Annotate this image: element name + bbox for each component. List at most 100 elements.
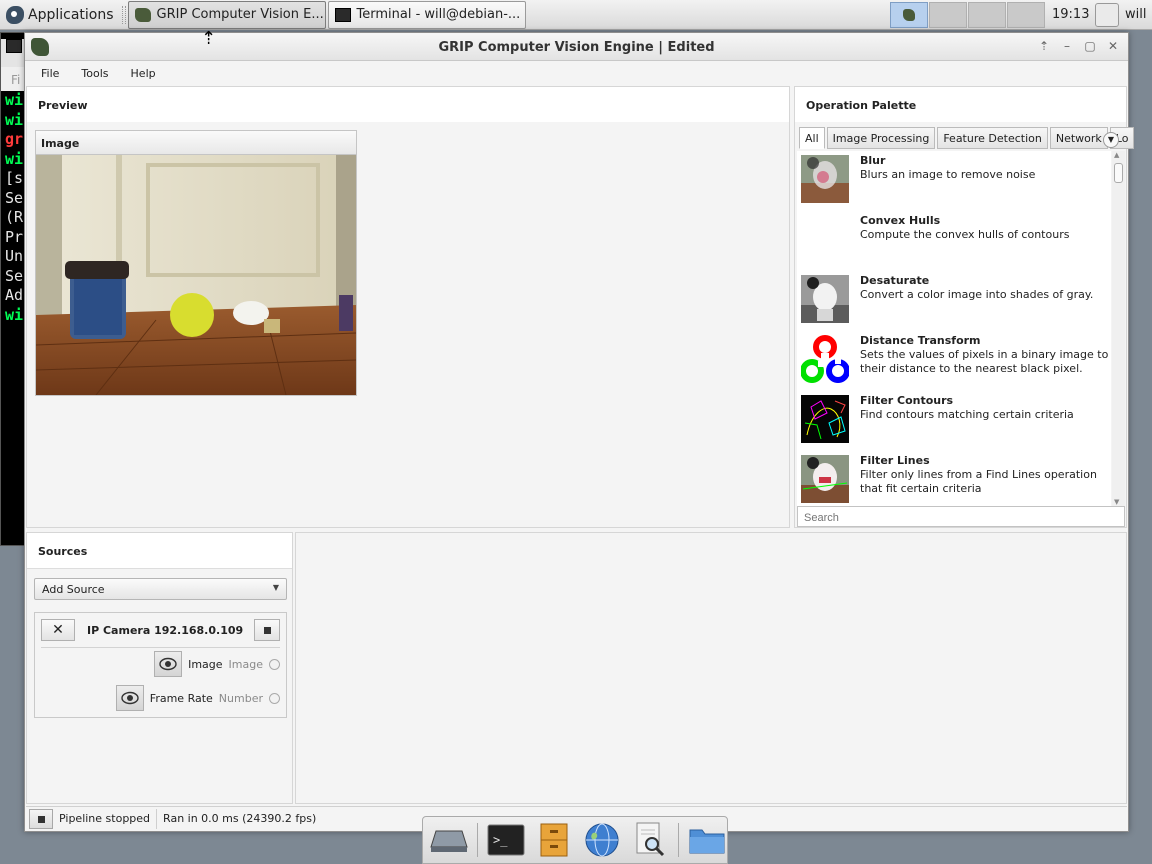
globe-icon[interactable] (582, 820, 622, 860)
eye-icon (121, 691, 139, 705)
roll-up-icon[interactable]: ⇡ (1037, 39, 1051, 53)
operation-list: Blur Blurs an image to remove noise Conv… (797, 151, 1111, 506)
menu-file[interactable]: File (31, 67, 69, 80)
minimize-icon[interactable]: – (1060, 39, 1074, 53)
workspace-1[interactable] (890, 2, 928, 28)
terminal-line: wi (5, 110, 24, 129)
operation-filter-contours[interactable]: Filter Contours Find contours matching c… (797, 391, 1111, 451)
user-menu[interactable]: will (1125, 7, 1146, 22)
operation-filter-lines[interactable]: Filter Lines Filter only lines from a Fi… (797, 451, 1111, 506)
menu-help[interactable]: Help (121, 67, 166, 80)
cabinet-glyph (540, 823, 568, 857)
applications-menu-button[interactable]: Applications (0, 0, 120, 30)
eye-icon (159, 657, 177, 671)
operation-search-input[interactable] (797, 506, 1125, 527)
close-icon[interactable]: ✕ (1106, 39, 1120, 53)
pipeline-area[interactable] (295, 532, 1127, 804)
source-card-ip-camera: ✕ IP Camera 192.168.0.109 Image Image Fr… (34, 612, 287, 718)
add-source-dropdown[interactable]: Add Source ▼ (34, 578, 287, 600)
pipeline-status: Pipeline stopped (59, 812, 151, 825)
operation-description: Convert a color image into shades of gra… (860, 288, 1094, 301)
task-button-terminal[interactable]: Terminal - will@debian-... (327, 0, 526, 29)
socket-type: Image (228, 657, 263, 671)
terminal-line: (R (5, 208, 24, 226)
panel-separator (121, 5, 126, 24)
globe-glyph (585, 823, 619, 857)
menu-tools[interactable]: Tools (71, 67, 118, 80)
operation-name: Convex Hulls (860, 214, 941, 227)
socket-row-frame-rate: Frame Rate Number (115, 684, 280, 712)
clock[interactable]: 19:13 (1052, 7, 1089, 22)
terminal-titlebar[interactable] (1, 39, 25, 67)
desaturate-thumbnail-icon (801, 275, 849, 323)
operation-distance-transform[interactable]: Distance Transform Sets the values of pi… (797, 331, 1111, 391)
blur-thumbnail-icon (801, 155, 849, 203)
tab-feature-detection[interactable]: Feature Detection (937, 127, 1048, 149)
tab-all[interactable]: All (799, 127, 825, 149)
operation-name: Filter Lines (860, 454, 930, 467)
terminal-line: [s (5, 169, 24, 187)
task-button-grip[interactable]: GRIP Computer Vision E... (127, 0, 326, 29)
tab-network[interactable]: Network (1049, 127, 1108, 149)
scrollbar-thumb[interactable] (1114, 163, 1123, 183)
stop-source-button[interactable] (254, 619, 280, 641)
terminal-glyph: >_ (487, 824, 525, 856)
scroll-up-icon[interactable]: ▲ (1114, 151, 1119, 159)
window-titlebar[interactable]: GRIP Computer Vision Engine | Edited ⇡ –… (25, 33, 1128, 61)
contours-thumbnail-icon (801, 395, 849, 443)
network-tray-icon[interactable] (1095, 3, 1119, 27)
operation-desaturate[interactable]: Desaturate Convert a color image into sh… (797, 271, 1111, 331)
socket-label: Image (188, 657, 223, 671)
socket-label: Frame Rate (149, 691, 213, 705)
grip-window: GRIP Computer Vision Engine | Edited ⇡ –… (24, 32, 1134, 832)
workspace-3[interactable] (968, 2, 1006, 28)
lines-thumbnail-icon (801, 455, 849, 503)
operation-convex-hulls[interactable]: Convex Hulls Compute the convex hulls of… (797, 211, 1111, 271)
preview-toggle-button[interactable] (115, 685, 144, 711)
drive-icon[interactable] (429, 820, 469, 860)
output-socket-handle[interactable] (269, 658, 280, 670)
terminal-app-icon (334, 7, 351, 22)
operation-description: Compute the convex hulls of contours (860, 228, 1070, 241)
folder-icon[interactable] (687, 820, 727, 860)
operation-palette: Operation Palette All Image Processing F… (794, 86, 1134, 528)
terminal-menu-file[interactable]: Fi (1, 67, 25, 91)
window-controls: ⇡ – ▢ ✕ (1037, 39, 1120, 53)
operation-blur[interactable]: Blur Blurs an image to remove noise (797, 151, 1111, 211)
terminal-icon[interactable]: >_ (486, 820, 526, 860)
file-cabinet-icon[interactable] (534, 820, 574, 860)
operation-name: Blur (860, 154, 886, 167)
sources-pane: Sources Add Source ▼ ✕ IP Camera 192.168… (26, 532, 293, 804)
folder-glyph (689, 829, 725, 854)
preview-image-title: Image (36, 131, 356, 155)
pipeline-stop-button[interactable] (29, 808, 53, 829)
terminal-app-icon (6, 39, 22, 53)
palette-scrollbar[interactable]: ▲ ▼ (1112, 151, 1125, 506)
operation-description: Sets the values of pixels in a binary im… (860, 348, 1109, 375)
operation-name: Filter Contours (860, 394, 954, 407)
opencv-logo-icon (801, 335, 849, 383)
source-name: IP Camera 192.168.0.109 (87, 624, 244, 637)
workspace-4[interactable] (1007, 2, 1045, 28)
workspace-2[interactable] (929, 2, 967, 28)
maximize-icon[interactable]: ▢ (1083, 39, 1097, 53)
grip-app-icon (903, 9, 915, 21)
menu-bar: File Tools Help (25, 61, 1128, 85)
remove-source-button[interactable]: ✕ (41, 619, 75, 641)
terminal-line: Ad (5, 286, 24, 304)
preview-pane: Preview Image (26, 86, 790, 528)
source-divider (41, 647, 280, 648)
tab-image-processing[interactable]: Image Processing (826, 127, 936, 149)
search-document-icon[interactable] (630, 820, 670, 860)
tab-overflow-menu-icon[interactable]: ▼ (1103, 132, 1119, 148)
add-source-label: Add Source (42, 583, 105, 596)
palette-tabs: All Image Processing Feature Detection N… (799, 127, 1134, 149)
desktop-top-panel: Applications GRIP Computer Vision E... T… (0, 0, 1152, 30)
preview-toggle-button[interactable] (154, 651, 183, 677)
preview-image-card: Image (35, 130, 357, 396)
scroll-down-icon[interactable]: ▼ (1114, 498, 1119, 506)
output-socket-handle[interactable] (269, 692, 280, 704)
terminal-window[interactable]: Fi wi wi gr wi [s Se (R Pr Un Se Ad wi (0, 32, 26, 546)
drive-glyph (430, 830, 468, 852)
mouse-cursor-icon: ⇡ (201, 28, 217, 49)
